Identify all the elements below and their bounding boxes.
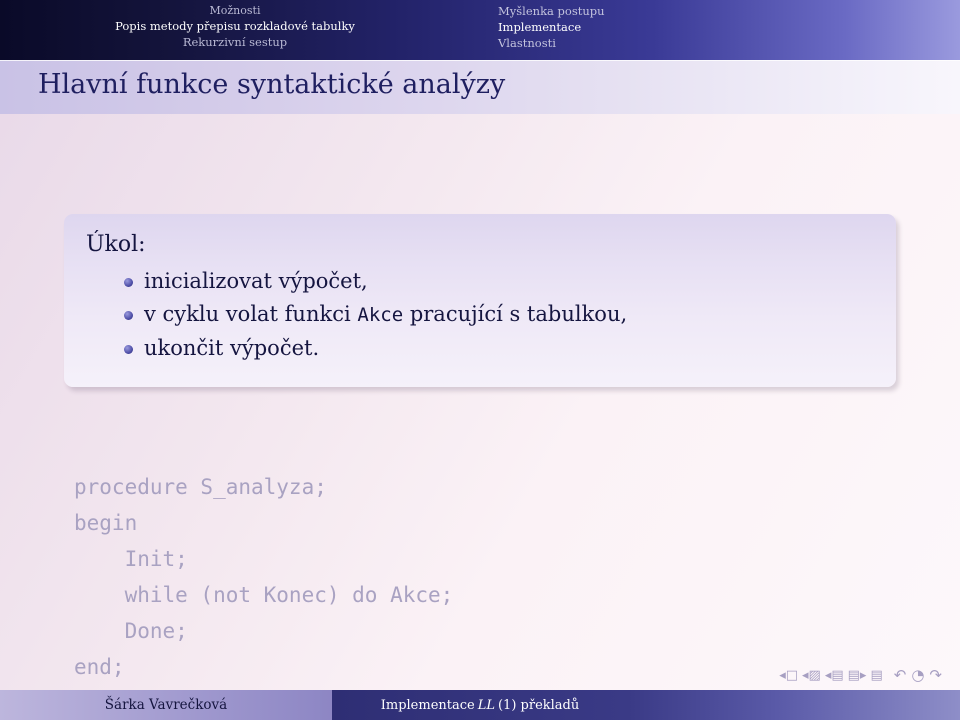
- task-bullet-list: inicializovat výpočet, v cyklu volat fun…: [86, 265, 872, 365]
- footer-center-panel: Implementace LL (1) překladů: [332, 690, 628, 720]
- list-item: ukončit výpočet.: [86, 332, 872, 365]
- page-title: Hlavní funkce syntaktické analýzy: [38, 69, 506, 100]
- nav-item-implementace[interactable]: Implementace: [498, 19, 605, 35]
- beamer-navigation-symbols: ◂□ ◂▨ ◂▤ ▤▸ ▤ ↶ ◔ ↷: [779, 668, 942, 683]
- list-item: inicializovat výpočet,: [86, 265, 872, 298]
- search-icon[interactable]: ◔: [911, 668, 924, 683]
- footer-center-prefix: Implementace: [380, 697, 475, 713]
- list-item: v cyklu volat funkci Akce pracující s ta…: [86, 298, 872, 332]
- bullet-dot-icon: [124, 345, 133, 354]
- slide: Možnosti Popis metody přepisu rozkladové…: [0, 0, 960, 720]
- forward-icon[interactable]: ↷: [929, 668, 942, 683]
- bullet-dot-icon: [124, 278, 133, 287]
- first-frame-icon[interactable]: ◂□: [779, 669, 798, 682]
- frame-nav-group: ◂□ ◂▨ ◂▤ ▤▸ ▤: [779, 669, 883, 682]
- footer-center-math: LL: [477, 697, 495, 713]
- slide-content: Úkol: inicializovat výpočet, v cyklu vol…: [0, 114, 960, 720]
- back-icon[interactable]: ↶: [894, 668, 907, 683]
- nav-section-implementace: Myšlenka postupu Implementace Vlastnosti: [498, 0, 605, 51]
- footer-center-suffix: (1) překladů: [497, 697, 580, 713]
- bullet-code-token: Akce: [357, 304, 404, 326]
- code-listing: procedure S_analyza; begin Init; while (…: [74, 475, 454, 679]
- prev-section-icon[interactable]: ◂▨: [802, 669, 821, 682]
- bullet-text-tail: pracující s tabulkou,: [403, 302, 628, 326]
- bullet-dot-icon: [124, 311, 133, 320]
- navigation-bar: Možnosti Popis metody přepisu rozkladové…: [0, 0, 960, 60]
- nav-item-vlastnosti[interactable]: Vlastnosti: [498, 35, 605, 51]
- next-section-icon[interactable]: ▤: [870, 669, 882, 682]
- title-bar: Hlavní funkce syntaktické analýzy: [0, 60, 960, 114]
- nav-section-moznosti: Možnosti Popis metody přepisu rozkladové…: [0, 0, 470, 50]
- nav-item-rekurzivni-sestup[interactable]: Rekurzivní sestup: [0, 34, 470, 50]
- bullet-text: v cyklu volat funkci: [144, 302, 358, 326]
- task-block-heading: Úkol:: [86, 232, 146, 257]
- nav-section-title: Možnosti: [209, 4, 261, 17]
- next-frame-icon[interactable]: ▤▸: [848, 669, 867, 682]
- bullet-text: inicializovat výpočet,: [144, 269, 368, 293]
- bullet-text: ukončit výpočet.: [144, 336, 320, 360]
- prev-frame-icon[interactable]: ◂▤: [825, 669, 844, 682]
- footer-right-panel: [628, 690, 960, 720]
- nav-item-popis-metody[interactable]: Popis metody přepisu rozkladové tabulky: [0, 18, 470, 34]
- nav-item-myslenka-postupu[interactable]: Myšlenka postupu: [498, 3, 605, 19]
- footer-author: Šárka Vavrečková: [104, 697, 228, 713]
- task-block: Úkol: inicializovat výpočet, v cyklu vol…: [64, 214, 896, 387]
